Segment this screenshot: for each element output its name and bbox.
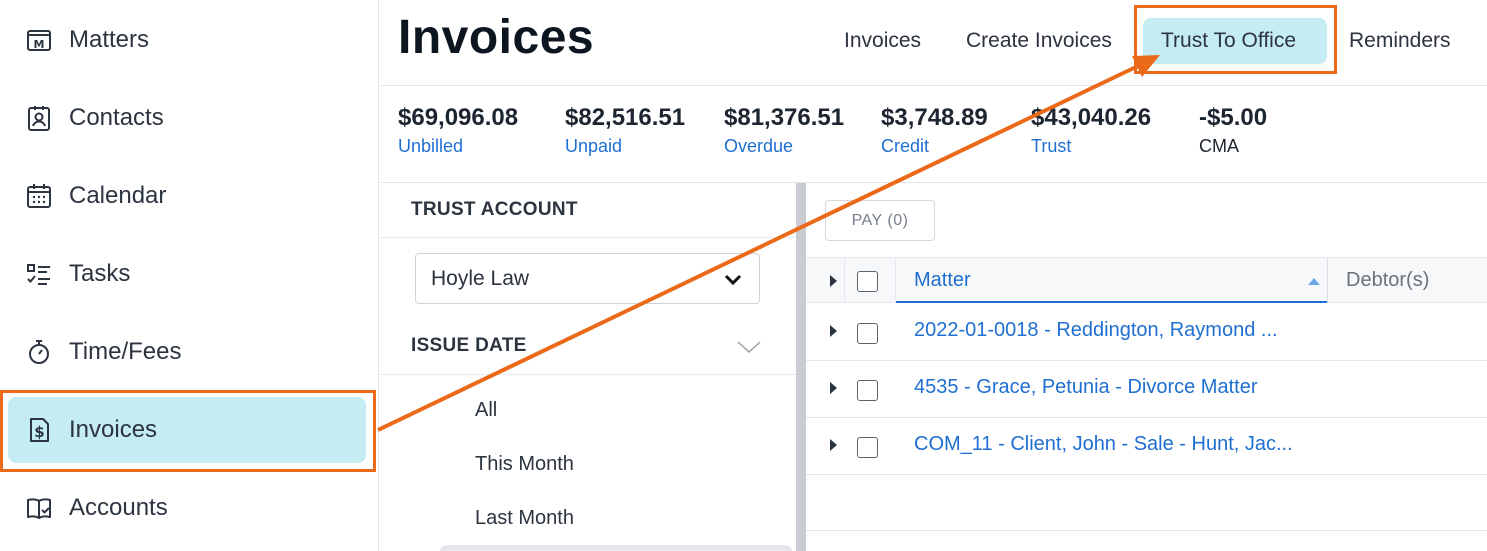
sidebar-item-label: Time/Fees [69, 338, 182, 365]
stat-amount: $3,748.89 [881, 104, 988, 131]
sidebar-item-label: Accounts [69, 494, 168, 521]
stat-link-overdue[interactable]: Overdue [724, 136, 844, 157]
matter-link[interactable]: COM_11 - Client, John - Sale - Hunt, Jac… [914, 433, 1293, 456]
matters-icon: M [24, 25, 54, 55]
row-checkbox[interactable] [857, 380, 878, 401]
issue-date-option[interactable]: All [475, 399, 497, 422]
stat-link-unbilled[interactable]: Unbilled [398, 136, 518, 157]
issue-date-collapse-icon[interactable] [736, 339, 762, 360]
stat-amount: $82,516.51 [565, 104, 686, 131]
row-checkbox[interactable] [857, 437, 878, 458]
invoices-highlight-box [0, 390, 376, 472]
svg-text:M: M [34, 38, 45, 51]
table-row: 2022-01-0018 - Reddington, Raymond ... [806, 304, 1487, 361]
stat-amount: $69,096.08 [398, 104, 519, 131]
column-divider[interactable] [1327, 258, 1328, 303]
divider [380, 374, 796, 375]
invoices-table-area: PAY (0) Matter Debtor(s) 2022-01-0018 - … [806, 183, 1487, 551]
stat-amount: $81,376.51 [724, 104, 845, 131]
stat-amount: -$5.00 [1199, 104, 1268, 131]
stat-trust: $43,040.26 Trust [1031, 104, 1151, 157]
sidebar-item-label: Contacts [69, 104, 164, 131]
contacts-icon [24, 103, 54, 133]
book-check-icon [24, 493, 54, 523]
sidebar-item-calendar[interactable]: Calendar [8, 163, 366, 229]
column-header-matter[interactable]: Matter [914, 269, 971, 292]
issue-date-option[interactable]: Last Month [475, 507, 574, 530]
table-row: COM_11 - Client, John - Sale - Hunt, Jac… [806, 418, 1487, 475]
column-divider [844, 258, 845, 303]
header-divider [380, 85, 1487, 86]
issue-date-heading: ISSUE DATE [411, 335, 527, 356]
matter-link[interactable]: 4535 - Grace, Petunia - Divorce Matter [914, 376, 1257, 399]
table-header: Matter Debtor(s) [806, 257, 1487, 303]
sidebar-item-matters[interactable]: M Matters [8, 7, 366, 73]
stat-overdue: $81,376.51 Overdue [724, 104, 844, 157]
sidebar-item-label: Matters [69, 26, 150, 53]
sidebar-item-label: Tasks [69, 260, 131, 287]
stat-link-credit[interactable]: Credit [881, 136, 988, 157]
stat-cma: -$5.00 CMA [1199, 104, 1267, 157]
column-header-debtors[interactable]: Debtor(s) [1346, 269, 1429, 292]
stat-link-unpaid[interactable]: Unpaid [565, 136, 685, 157]
tasks-icon [24, 259, 54, 289]
sidebar-item-time-fees[interactable]: Time/Fees [8, 319, 366, 385]
stat-credit: $3,748.89 Credit [881, 104, 988, 157]
expand-row-caret-icon[interactable] [830, 439, 837, 451]
trust-account-heading: TRUST ACCOUNT [411, 199, 578, 220]
page-title: Invoices [398, 11, 595, 64]
calendar-icon [24, 181, 54, 211]
tab-invoices[interactable]: Invoices [844, 18, 921, 64]
stat-amount: $43,040.26 [1031, 104, 1152, 131]
sort-ascending-icon [1308, 278, 1320, 285]
trust-account-select[interactable]: Hoyle Law [415, 253, 760, 304]
issue-date-option-hover[interactable] [440, 545, 792, 551]
row-checkbox[interactable] [857, 323, 878, 344]
expand-row-caret-icon[interactable] [830, 382, 837, 394]
table-bottom-divider [806, 530, 1487, 531]
filter-panel: TRUST ACCOUNT Hoyle Law ISSUE DATE All T… [380, 183, 796, 551]
tab-create-invoices[interactable]: Create Invoices [966, 18, 1112, 64]
stat-unpaid: $82,516.51 Unpaid [565, 104, 685, 157]
pay-button[interactable]: PAY (0) [825, 200, 935, 241]
sidebar-item-tasks[interactable]: Tasks [8, 241, 366, 307]
matter-link[interactable]: 2022-01-0018 - Reddington, Raymond ... [914, 319, 1278, 342]
trust-account-value: Hoyle Law [431, 266, 530, 290]
stat-link-trust[interactable]: Trust [1031, 136, 1151, 157]
sidebar-item-contacts[interactable]: Contacts [8, 85, 366, 151]
trust-to-office-highlight-box [1134, 5, 1337, 74]
column-divider [895, 258, 896, 303]
expand-all-caret-icon[interactable] [830, 275, 837, 287]
table-row: 4535 - Grace, Petunia - Divorce Matter [806, 361, 1487, 418]
tab-reminders[interactable]: Reminders [1349, 18, 1451, 64]
chevron-down-icon [723, 269, 743, 295]
select-all-checkbox[interactable] [857, 271, 878, 292]
divider [380, 237, 796, 238]
issue-date-option[interactable]: This Month [475, 453, 574, 476]
stat-label-cma: CMA [1199, 136, 1239, 156]
sort-indicator [896, 301, 1327, 303]
sidebar-item-accounts[interactable]: Accounts [8, 475, 366, 541]
sidebar-item-label: Calendar [69, 182, 167, 209]
stopwatch-icon [24, 337, 54, 367]
expand-row-caret-icon[interactable] [830, 325, 837, 337]
stat-unbilled: $69,096.08 Unbilled [398, 104, 518, 157]
panel-splitter[interactable] [796, 183, 806, 551]
